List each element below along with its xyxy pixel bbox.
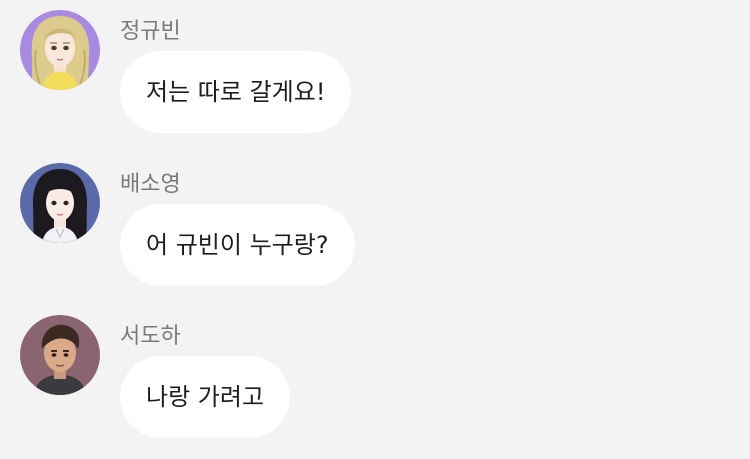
message-text: 어 규빈이 누구랑?: [146, 231, 329, 259]
sender-name: 배소영: [120, 172, 181, 197]
dark-haired-girl-avatar-icon: [20, 163, 100, 243]
sender-name: 서도하: [120, 324, 181, 349]
message-text: 저는 따로 갈게요!: [146, 78, 326, 106]
chat-message-list: 정규빈 저는 따로 갈게요! 배소영 어 규빈이 누구랑? 서도하 나랑 가려고: [0, 0, 750, 459]
message-bubble[interactable]: 어 규빈이 누구랑?: [120, 204, 355, 286]
avatar[interactable]: [20, 10, 100, 90]
dark-haired-boy-avatar-icon: [20, 315, 100, 395]
message-bubble[interactable]: 저는 따로 갈게요!: [120, 51, 352, 133]
chat-message: 배소영 어 규빈이 누구랑?: [0, 153, 750, 293]
chat-message: 서도하 나랑 가려고: [0, 305, 750, 445]
avatar[interactable]: [20, 315, 100, 395]
message-text: 나랑 가려고: [146, 383, 265, 411]
chat-message: 정규빈 저는 따로 갈게요!: [0, 0, 750, 140]
blonde-girl-avatar-icon: [20, 10, 100, 90]
sender-name: 정규빈: [120, 19, 181, 44]
avatar[interactable]: [20, 163, 100, 243]
message-bubble[interactable]: 나랑 가려고: [120, 356, 291, 438]
